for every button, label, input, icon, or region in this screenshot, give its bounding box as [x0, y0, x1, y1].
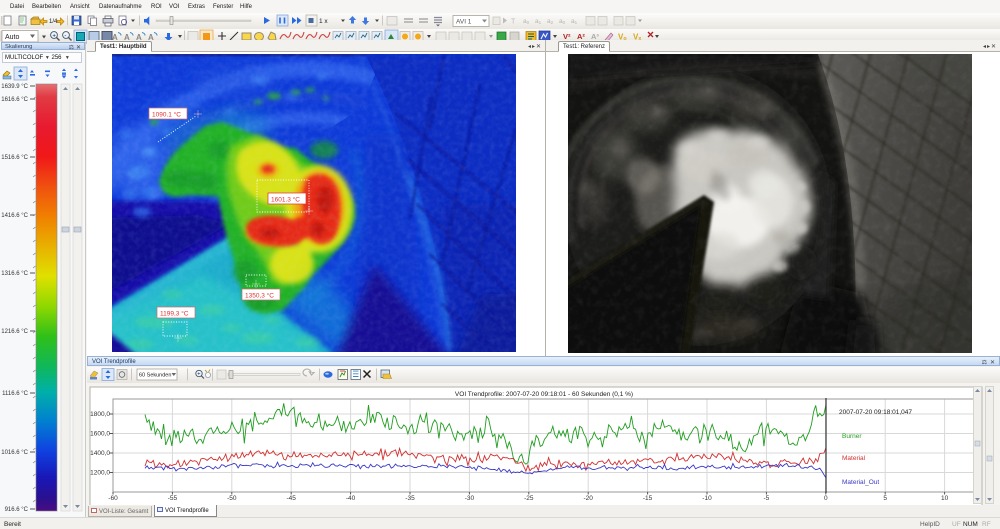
svg-text:1600,0: 1600,0 — [90, 430, 110, 437]
svg-text:Auto: Auto — [5, 34, 20, 41]
svg-text:1416.6 °C: 1416.6 °C — [1, 213, 28, 219]
svg-text:Material: Material — [842, 455, 866, 462]
svg-text:1116.6 °C: 1116.6 °C — [2, 391, 29, 397]
svg-text:1016.6 °C: 1016.6 °C — [1, 450, 28, 456]
svg-text:a1: a1 — [535, 18, 542, 25]
svg-text:-60: -60 — [108, 495, 118, 502]
svg-text:a0: a0 — [523, 18, 530, 25]
svg-text:VOI Trendprofile: 2007-07-20 0: VOI Trendprofile: 2007-07-20 09:18:01 - … — [455, 391, 633, 398]
svg-text:1199,3 °C: 1199,3 °C — [160, 310, 189, 318]
svg-text:Burner: Burner — [842, 433, 862, 440]
svg-text:60 Sekunden: 60 Sekunden — [139, 373, 171, 379]
svg-text:1216.6 °C: 1216.6 °C — [1, 329, 28, 335]
svg-text:1800,0: 1800,0 — [90, 411, 110, 418]
svg-text:a2: a2 — [547, 18, 554, 25]
svg-text:T: T — [511, 19, 516, 26]
svg-text:-: - — [64, 33, 66, 39]
svg-text:1090.1 °C: 1090.1 °C — [152, 111, 181, 119]
svg-text:Material_Out: Material_Out — [842, 479, 879, 486]
svg-text:1601.3 °C: 1601.3 °C — [271, 196, 300, 204]
svg-text:+: + — [52, 33, 56, 39]
svg-text:1350,3 °C: 1350,3 °C — [245, 292, 274, 300]
svg-text:-30: -30 — [465, 495, 475, 502]
svg-text:-40: -40 — [346, 495, 356, 502]
svg-text:+: + — [197, 372, 200, 378]
svg-text:1 x: 1 x — [319, 18, 328, 25]
svg-text:-5: -5 — [764, 495, 770, 502]
svg-text:-55: -55 — [168, 495, 178, 502]
svg-text:5: 5 — [883, 495, 887, 502]
svg-text:1400,0: 1400,0 — [90, 450, 110, 457]
svg-text:-20: -20 — [583, 495, 593, 502]
svg-text:1616.6 °C: 1616.6 °C — [1, 97, 28, 103]
svg-text:1316.6 °C: 1316.6 °C — [1, 271, 28, 277]
svg-text:a0: a0 — [559, 18, 566, 25]
svg-text:10: 10 — [941, 495, 949, 502]
svg-text:916.6 °C: 916.6 °C — [5, 507, 29, 513]
svg-text:-25: -25 — [524, 495, 534, 502]
svg-text:1516.6 °C: 1516.6 °C — [1, 155, 28, 161]
svg-text:1639.9 °C: 1639.9 °C — [1, 84, 28, 90]
svg-text:0: 0 — [824, 495, 828, 502]
svg-text:-15: -15 — [643, 495, 653, 502]
svg-text:a1: a1 — [571, 18, 578, 25]
svg-text:-50: -50 — [227, 495, 237, 502]
svg-text:-45: -45 — [286, 495, 296, 502]
svg-text:-10: -10 — [702, 495, 712, 502]
svg-text:1200,0: 1200,0 — [90, 469, 110, 476]
svg-text:-35: -35 — [405, 495, 415, 502]
svg-text:AVI 1: AVI 1 — [456, 19, 472, 26]
svg-text:2007-07-20 09:18:01,047: 2007-07-20 09:18:01,047 — [839, 409, 912, 416]
